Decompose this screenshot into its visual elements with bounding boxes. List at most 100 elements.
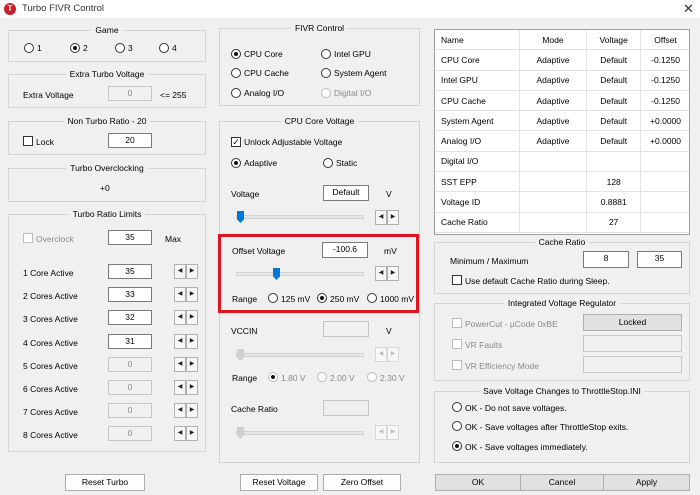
vccin-spinner[interactable]: ◀ ▶: [375, 347, 399, 362]
close-icon[interactable]: ✕: [683, 1, 694, 17]
vccin-radio-230[interactable]: [367, 372, 377, 382]
chevron-left-icon[interactable]: ◀: [375, 266, 387, 281]
range-radio-250[interactable]: [317, 293, 327, 303]
cancel-button[interactable]: Cancel: [520, 474, 604, 491]
game-radio-1[interactable]: [24, 43, 34, 53]
offset-slider-track[interactable]: [236, 272, 364, 276]
lock-checkbox[interactable]: [23, 136, 33, 146]
chevron-left-icon[interactable]: ◀: [174, 333, 186, 349]
voltage-field[interactable]: Default: [323, 185, 369, 201]
voltage-slider-track[interactable]: [236, 215, 364, 219]
ratio-row-field[interactable]: 33: [108, 287, 152, 303]
chevron-left-icon[interactable]: ◀: [174, 310, 186, 326]
overclock-field[interactable]: 35: [108, 230, 152, 245]
save-radio-no[interactable]: [452, 402, 462, 412]
unlock-voltage-checkbox[interactable]: ✓: [231, 137, 241, 147]
chevron-right-icon[interactable]: ▶: [186, 380, 198, 395]
ratio-row-field[interactable]: 0: [108, 356, 152, 372]
save-radio-exit[interactable]: [452, 421, 462, 431]
ratio-row-spinner[interactable]: ◀ ▶: [174, 426, 198, 442]
chevron-right-icon[interactable]: ▶: [186, 426, 198, 442]
extra-voltage-limit: <= 255: [160, 90, 187, 100]
chevron-left-icon[interactable]: ◀: [174, 403, 186, 419]
locked-button[interactable]: Locked: [583, 314, 682, 331]
range-radio-125[interactable]: [268, 293, 278, 303]
chevron-right-icon[interactable]: ▶: [186, 333, 198, 349]
vr-efficiency-checkbox[interactable]: [452, 360, 462, 370]
plane-radio-system-agent[interactable]: [321, 68, 331, 78]
plane-radio-intel-gpu[interactable]: [321, 49, 331, 59]
offset-voltage-field[interactable]: -100.6: [322, 242, 368, 258]
ratio-row-field[interactable]: 31: [108, 333, 152, 349]
chevron-left-icon[interactable]: ◀: [174, 287, 186, 303]
game-radio-3[interactable]: [115, 43, 125, 53]
static-radio[interactable]: [323, 158, 333, 168]
plane-label: Intel GPU: [334, 49, 371, 59]
offset-spinner[interactable]: ◀ ▶: [375, 266, 399, 281]
powercut-checkbox[interactable]: [452, 318, 462, 328]
chevron-right-icon[interactable]: ▶: [387, 266, 399, 281]
vccin-field[interactable]: [323, 321, 369, 337]
reset-turbo-button[interactable]: Reset Turbo: [65, 474, 145, 491]
ivr-title: Integrated Voltage Regulator: [503, 298, 621, 308]
cache-ratio-field[interactable]: [323, 400, 369, 416]
chevron-left-icon[interactable]: ◀: [174, 356, 186, 372]
ratio-row-field[interactable]: 0: [108, 426, 152, 442]
ratio-row-spinner[interactable]: ◀ ▶: [174, 380, 198, 395]
table-cell: [640, 191, 689, 213]
ratio-row-field[interactable]: 0: [108, 380, 152, 395]
plane-radio-cpu-cache[interactable]: [231, 68, 241, 78]
chevron-left-icon[interactable]: ◀: [174, 264, 186, 279]
plane-radio-digital-io[interactable]: [321, 88, 331, 98]
chevron-left-icon[interactable]: ◀: [375, 347, 387, 362]
ratio-row-spinner[interactable]: ◀ ▶: [174, 333, 198, 349]
ratio-row-spinner[interactable]: ◀ ▶: [174, 403, 198, 419]
column-header: Offset: [640, 30, 689, 51]
vccin-radio-180[interactable]: [268, 372, 278, 382]
chevron-right-icon[interactable]: ▶: [186, 403, 198, 419]
vccin-slider-track[interactable]: [236, 353, 364, 357]
zero-offset-button[interactable]: Zero Offset: [323, 474, 401, 491]
vccin-radio-200[interactable]: [317, 372, 327, 382]
default-cache-ratio-checkbox[interactable]: [452, 275, 462, 285]
ratio-row-spinner[interactable]: ◀ ▶: [174, 287, 198, 303]
save-radio-immediate[interactable]: [452, 441, 462, 451]
chevron-right-icon[interactable]: ▶: [186, 264, 198, 279]
chevron-right-icon[interactable]: ▶: [387, 425, 399, 440]
range-radio-1000[interactable]: [367, 293, 377, 303]
adaptive-radio[interactable]: [231, 158, 241, 168]
voltage-spinner[interactable]: ◀ ▶: [375, 210, 399, 225]
chevron-left-icon[interactable]: ◀: [174, 380, 186, 395]
plane-radio-cpu-core[interactable]: [231, 49, 241, 59]
ratio-row-field[interactable]: 32: [108, 310, 152, 326]
extra-voltage-field[interactable]: 0: [108, 86, 152, 101]
ok-button[interactable]: OK: [435, 474, 521, 491]
ratio-row-field[interactable]: 35: [108, 264, 152, 279]
cache-ratio-spinner[interactable]: ◀ ▶: [375, 425, 399, 440]
plane-radio-analog-io[interactable]: [231, 88, 241, 98]
overclock-checkbox[interactable]: [23, 233, 33, 243]
cache-ratio-min-field[interactable]: 8: [583, 251, 629, 268]
non-turbo-ratio-field[interactable]: 20: [108, 133, 152, 148]
save-option-label: OK - Save voltages after ThrottleStop ex…: [465, 422, 629, 432]
ratio-row-spinner[interactable]: ◀ ▶: [174, 310, 198, 326]
ratio-row-field[interactable]: 0: [108, 403, 152, 419]
ratio-row-spinner[interactable]: ◀ ▶: [174, 356, 198, 372]
cache-ratio-slider-track[interactable]: [236, 431, 364, 435]
chevron-left-icon[interactable]: ◀: [375, 425, 387, 440]
reset-voltage-button[interactable]: Reset Voltage: [240, 474, 318, 491]
cache-ratio-label: Cache Ratio: [231, 404, 278, 414]
chevron-left-icon[interactable]: ◀: [174, 426, 186, 442]
game-radio-2[interactable]: [70, 43, 80, 53]
chevron-right-icon[interactable]: ▶: [387, 347, 399, 362]
vr-faults-checkbox[interactable]: [452, 339, 462, 349]
apply-button[interactable]: Apply: [603, 474, 690, 491]
chevron-left-icon[interactable]: ◀: [375, 210, 387, 225]
game-radio-4[interactable]: [159, 43, 169, 53]
chevron-right-icon[interactable]: ▶: [387, 210, 399, 225]
ratio-row-spinner[interactable]: ◀ ▶: [174, 264, 198, 279]
chevron-right-icon[interactable]: ▶: [186, 356, 198, 372]
cache-ratio-max-field[interactable]: 35: [637, 251, 682, 268]
chevron-right-icon[interactable]: ▶: [186, 287, 198, 303]
chevron-right-icon[interactable]: ▶: [186, 310, 198, 326]
